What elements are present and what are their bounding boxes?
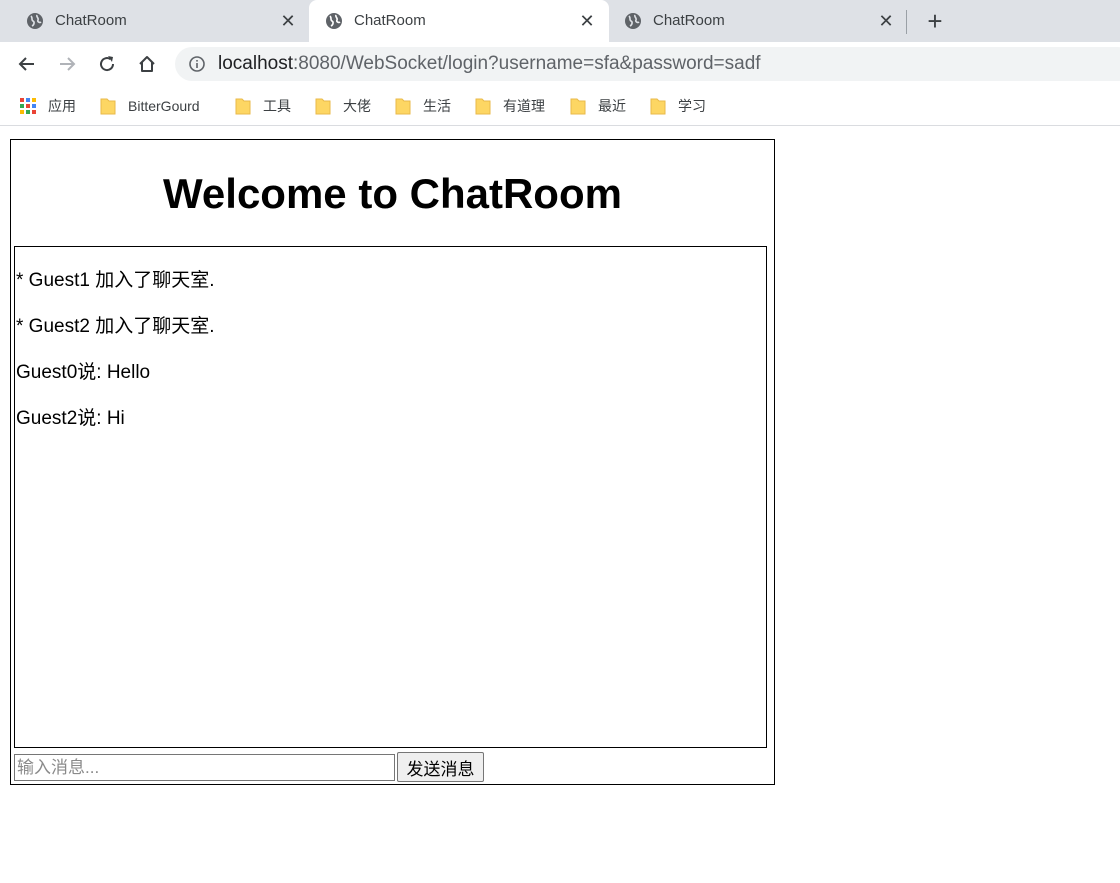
bookmark-bittergourd[interactable]: BitterGourd xyxy=(100,95,200,117)
bookmark-bigshots[interactable]: 大佬 xyxy=(315,95,371,117)
globe-icon xyxy=(625,13,641,29)
tab-chatroom-1[interactable]: ChatRoom ✕ xyxy=(10,0,310,42)
folder-icon xyxy=(100,98,116,115)
bookmark-label: 应用 xyxy=(48,98,76,114)
bookmark-label: 工具 xyxy=(263,98,291,114)
bookmark-label: 大佬 xyxy=(343,98,371,114)
message-item: * Guest2 加入了聊天室. xyxy=(16,316,215,337)
url-text: localhost:8080/WebSocket/login?username=… xyxy=(218,53,761,75)
send-message-button[interactable]: 发送消息 xyxy=(397,752,484,782)
folder-icon xyxy=(395,98,411,115)
message-item: * Guest1 加入了聊天室. xyxy=(16,270,215,291)
folder-icon xyxy=(570,98,586,115)
reload-icon[interactable] xyxy=(93,50,121,78)
bookmarks-bar: 应用 BitterGourd 工具 大佬 生活 有道理 最近 学习 xyxy=(0,86,1120,126)
apps-grid-icon xyxy=(20,98,36,114)
tab-title: ChatRoom xyxy=(354,12,426,29)
folder-icon xyxy=(235,98,251,115)
bookmark-makes-sense[interactable]: 有道理 xyxy=(475,95,545,117)
bookmark-label: 生活 xyxy=(423,98,451,114)
folder-icon xyxy=(315,98,331,115)
globe-icon xyxy=(326,13,342,29)
url-path: :8080/WebSocket/login?username=sfa&passw… xyxy=(293,53,761,74)
home-icon[interactable] xyxy=(133,50,161,78)
back-arrow-icon[interactable] xyxy=(13,50,41,78)
bookmark-tools[interactable]: 工具 xyxy=(235,95,291,117)
info-icon[interactable] xyxy=(189,56,205,72)
tab-title: ChatRoom xyxy=(55,12,127,29)
bookmark-life[interactable]: 生活 xyxy=(395,95,451,117)
chat-container: Welcome to ChatRoom * Guest1 加入了聊天室. * G… xyxy=(10,139,775,785)
bookmark-label: BitterGourd xyxy=(128,98,200,114)
address-bar[interactable]: localhost:8080/WebSocket/login?username=… xyxy=(175,47,1120,81)
tab-title: ChatRoom xyxy=(653,12,725,29)
bookmark-label: 学习 xyxy=(678,98,706,114)
message-item: Guest2说: Hi xyxy=(16,408,125,429)
bookmark-label: 有道理 xyxy=(503,98,545,114)
forward-arrow-icon[interactable] xyxy=(53,50,81,78)
folder-icon xyxy=(650,98,666,115)
bookmark-study[interactable]: 学习 xyxy=(650,95,706,117)
tab-strip: ChatRoom ✕ ChatRoom ✕ ChatRoom ✕ + xyxy=(0,0,1120,42)
tab-chatroom-3[interactable]: ChatRoom ✕ xyxy=(608,0,908,42)
tab-chatroom-2[interactable]: ChatRoom ✕ xyxy=(309,0,609,42)
new-tab-plus-icon[interactable]: + xyxy=(920,7,950,35)
bookmark-apps[interactable]: 应用 xyxy=(20,95,76,117)
tab-separator xyxy=(906,10,907,34)
folder-icon xyxy=(475,98,491,115)
url-host: localhost xyxy=(218,53,293,74)
close-icon[interactable]: ✕ xyxy=(278,11,298,31)
message-item: Guest0说: Hello xyxy=(16,362,151,383)
close-icon[interactable]: ✕ xyxy=(876,11,896,31)
bookmark-recent[interactable]: 最近 xyxy=(570,95,626,117)
browser-toolbar: localhost:8080/WebSocket/login?username=… xyxy=(0,42,1120,86)
bookmark-label: 最近 xyxy=(598,98,626,114)
close-icon[interactable]: ✕ xyxy=(577,11,597,31)
message-log: * Guest1 加入了聊天室. * Guest2 加入了聊天室. Guest0… xyxy=(14,246,767,748)
page-title: Welcome to ChatRoom xyxy=(163,170,622,217)
globe-icon xyxy=(27,13,43,29)
message-input[interactable] xyxy=(14,754,395,781)
